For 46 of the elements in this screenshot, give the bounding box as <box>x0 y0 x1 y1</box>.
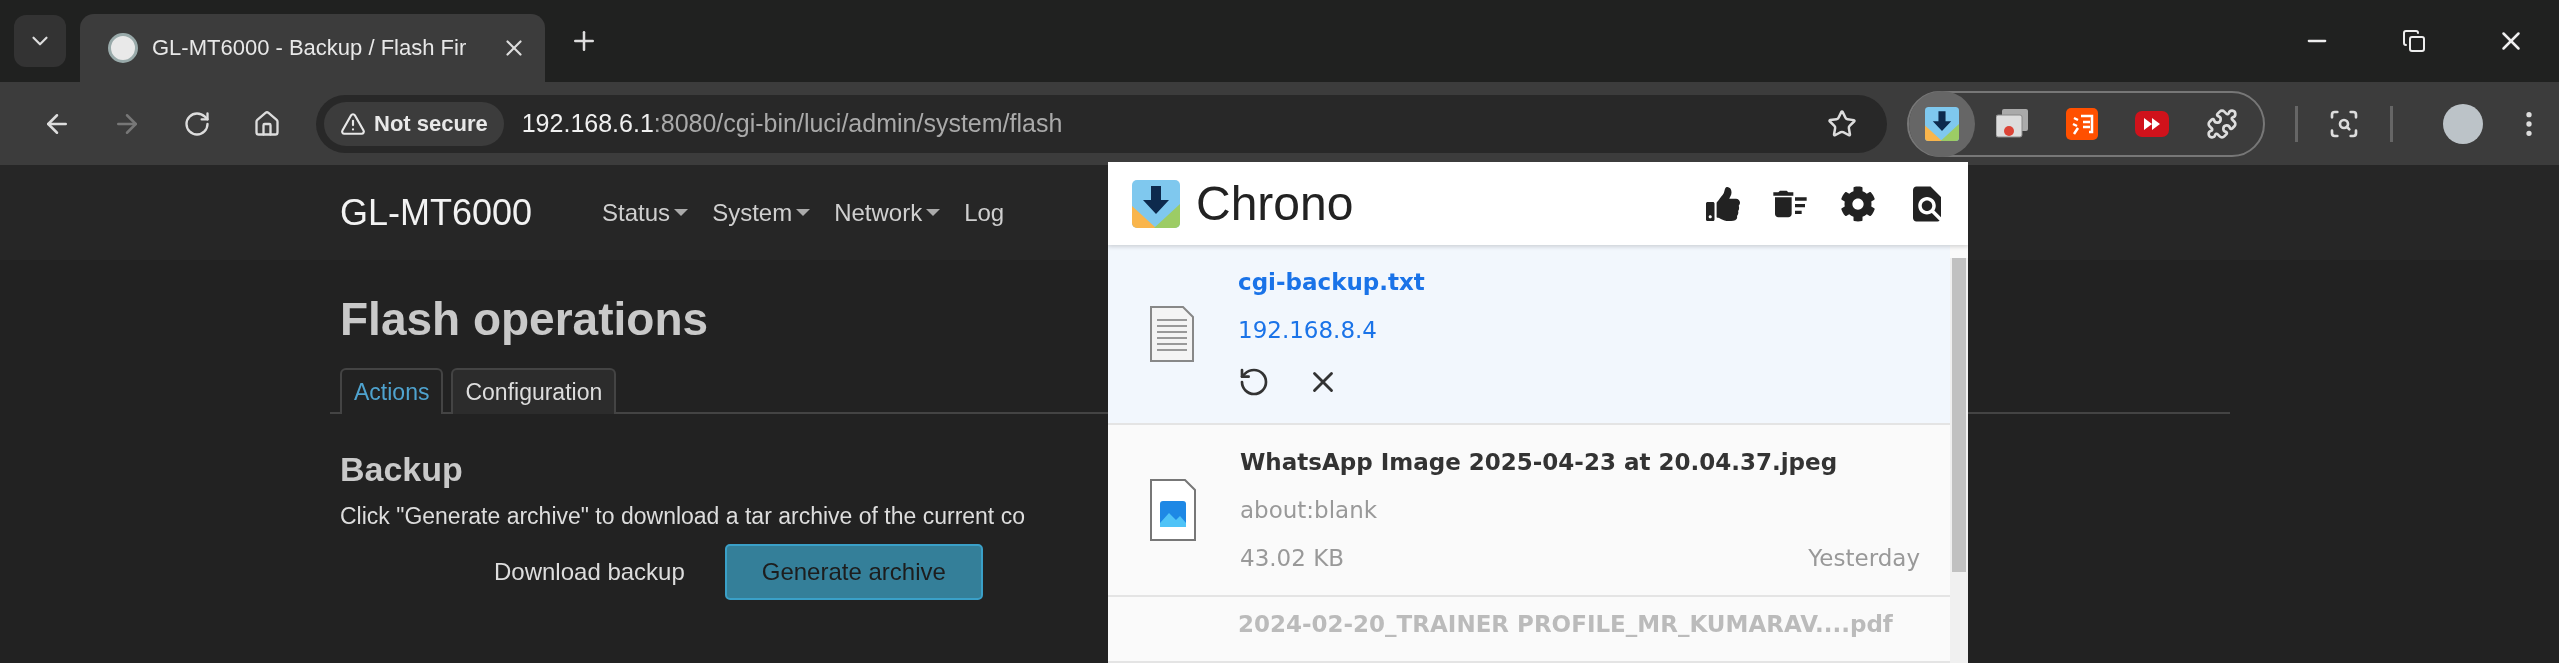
brand[interactable]: GL-MT6000 <box>340 191 533 234</box>
nav-menu-item[interactable]: Network <box>834 198 941 227</box>
field-label: Download backup <box>494 558 685 586</box>
thumbs-up-icon[interactable] <box>1706 186 1740 221</box>
extension-button[interactable] <box>1909 90 1975 157</box>
scrollbar-thumb[interactable] <box>1952 258 1966 572</box>
file-size: 43.02 KB <box>1240 545 1345 571</box>
nav-menu-item[interactable]: Status <box>602 198 689 227</box>
window-stack-icon <box>1996 108 2028 139</box>
file-source: 192.168.8.4 <box>1238 317 1378 343</box>
file-source: about:blank <box>1240 497 1379 523</box>
description-text: Click "Generate archive" to download a tar archive of the current co <box>340 503 1025 530</box>
nav-menu-item[interactable]: Log <box>964 198 1005 227</box>
popup-title: Chrono <box>1196 176 1354 231</box>
caret-icon <box>674 209 689 216</box>
file-time: Yesterday <box>1808 545 1920 571</box>
app-logo-icon <box>2066 107 2098 140</box>
settings-icon[interactable] <box>1840 185 1876 222</box>
caret-icon <box>796 209 811 216</box>
caret-icon <box>926 209 941 216</box>
tab-search-button[interactable] <box>14 15 66 67</box>
nav-menu-item[interactable]: System <box>712 198 811 227</box>
download-logo-icon <box>1925 106 1959 141</box>
url-text: 192.168.6.1:8080/cgi-bin/luci/admin/system/flash <box>521 109 1064 138</box>
avatar[interactable] <box>2443 103 2483 144</box>
file-name[interactable]: cgi-backup.txt <box>1238 269 1920 295</box>
page-tab[interactable]: Configuration <box>451 368 617 414</box>
page-tab[interactable]: Actions <box>340 368 444 414</box>
security-chip[interactable]: Not secure <box>324 101 504 146</box>
section-heading: Backup <box>340 450 463 489</box>
star-icon[interactable] <box>1827 108 1857 139</box>
image-file-icon <box>1150 479 1196 541</box>
download-logo-icon <box>1132 179 1180 228</box>
security-label: Not secure <box>374 110 488 137</box>
text-file-icon <box>1150 306 1194 362</box>
download-item[interactable]: cgi-backup.txt 192.168.8.4 <box>1108 245 1950 425</box>
address-bar[interactable]: Not secure 192.168.6.1:8080/cgi-bin/luci/admin/system/flash <box>316 94 1887 153</box>
generate-archive-button[interactable]: Generate archive <box>724 544 983 600</box>
browser-tab[interactable]: GL-MT6000 - Backup / Flash Fir <box>80 14 545 82</box>
file-name[interactable]: WhatsApp Image 2025-04-23 at 20.04.37.jpeg <box>1240 449 1920 475</box>
extensions-icon[interactable] <box>2206 107 2238 140</box>
page-title: Flash operations <box>340 292 709 346</box>
scrollbar-track[interactable] <box>1950 258 1968 663</box>
fast-forward-icon <box>2135 110 2169 137</box>
warning-icon <box>340 110 366 137</box>
router-favicon-icon <box>108 33 138 63</box>
